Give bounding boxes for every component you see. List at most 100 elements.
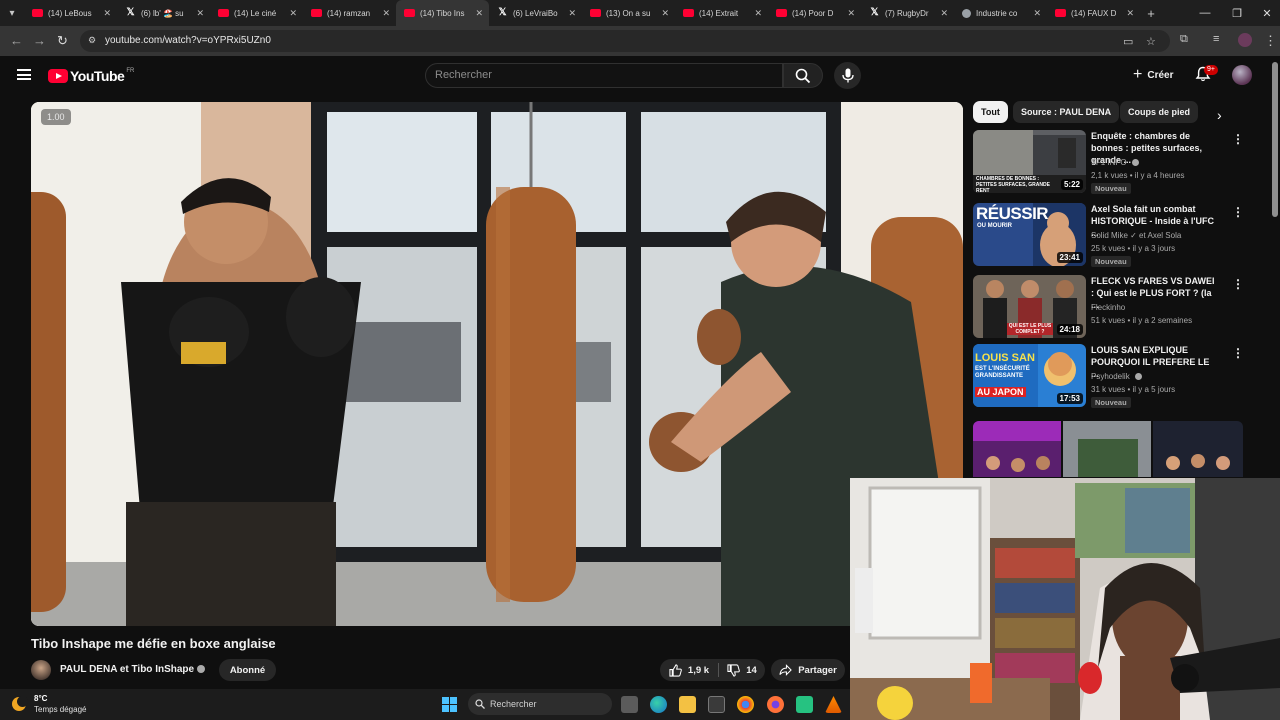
more-options-icon[interactable]: ⋮ (1232, 277, 1244, 291)
browser-tab[interactable]: (14) LeBous ✕ (24, 0, 117, 26)
minimize-icon[interactable]: — (1190, 0, 1220, 26)
chip-source-channel[interactable]: Source : PAUL DENA (1013, 101, 1120, 123)
close-window-icon[interactable]: ✕ (1252, 0, 1280, 26)
channel-avatar[interactable] (31, 660, 51, 680)
recommendation-meta: 51 k vues • il y a 2 semaines (1091, 316, 1193, 325)
video-player[interactable]: 1.00 (31, 102, 963, 626)
close-tab-icon[interactable]: ✕ (661, 8, 669, 19)
browser-tab[interactable]: (14) Extrait ✕ (675, 0, 768, 26)
browser-tab[interactable]: (13) On a su ✕ (582, 0, 675, 26)
close-tab-icon[interactable]: ✕ (568, 8, 576, 19)
close-tab-icon[interactable]: ✕ (196, 8, 204, 19)
task-view-icon[interactable] (621, 696, 638, 713)
bookmark-star-icon[interactable]: ☆ (1146, 35, 1156, 48)
edge-icon[interactable] (650, 696, 667, 713)
browser-tab[interactable]: (14) Le ciné ✕ (210, 0, 303, 26)
like-button[interactable]: 1,9 k (660, 659, 718, 681)
browser-tab[interactable]: 𝕏 (6) lb' 🏖️ su ✕ (117, 0, 210, 26)
maximize-icon[interactable]: ❐ (1222, 0, 1252, 26)
youtube-logo[interactable]: YouTube FR (48, 68, 134, 84)
more-options-icon[interactable]: ⋮ (1232, 205, 1244, 219)
video-thumbnail[interactable]: QUI EST LE PLUS COMPLET ? 24:18 (973, 275, 1086, 338)
close-tab-icon[interactable]: ✕ (103, 8, 111, 19)
close-tab-icon[interactable]: ✕ (382, 8, 390, 19)
extensions-icon[interactable]: ⧉ (1180, 33, 1188, 46)
browser-tab[interactable]: (14) FAUX D ✕ (1047, 0, 1140, 26)
browser-tab[interactable]: 𝕏 (6) LeVraiBo ✕ (489, 0, 582, 26)
search-icon (795, 68, 811, 83)
verified-icon (1131, 159, 1139, 167)
video-thumbnail[interactable]: RÉUSSIR OU MOURIR 23:41 (973, 203, 1086, 266)
like-dislike-group: 1,9 k 14 (660, 659, 765, 681)
recommendation-item[interactable]: CHAMBRES DE BONNES : PETITES SURFACES, G… (973, 130, 1248, 196)
close-tab-icon[interactable]: ✕ (1033, 8, 1041, 19)
tab-search-dropdown-icon[interactable]: ▾ (0, 0, 24, 26)
x-icon: 𝕏 (870, 7, 879, 18)
subscribed-button[interactable]: Abonné (219, 659, 276, 681)
create-button[interactable]: + Créer (1125, 64, 1181, 86)
browser-menu-icon[interactable]: ⋮ (1264, 33, 1277, 49)
moon-weather-icon[interactable] (12, 696, 28, 711)
close-tab-icon[interactable]: ✕ (289, 8, 297, 19)
reload-icon[interactable]: ↻ (57, 33, 68, 49)
youtube-icon (311, 9, 322, 17)
recommendation-item[interactable]: RÉUSSIR OU MOURIR 23:41 Axel Sola fait u… (973, 203, 1248, 269)
account-avatar[interactable] (1232, 65, 1252, 85)
channel-name[interactable]: PAUL DENA et Tibo InShape (60, 664, 206, 675)
browser-tab[interactable]: (14) Poor D ✕ (768, 0, 861, 26)
chrome-icon[interactable] (737, 696, 754, 713)
browser-tab[interactable]: Industrie co ✕ (954, 0, 1047, 26)
recommendation-item[interactable]: LOUIS SAN EST L'INSÉCURITÉ GRANDISSANTE … (973, 344, 1248, 410)
voice-search-button[interactable] (834, 62, 861, 89)
address-bar[interactable]: ⚙ youtube.com/watch?v=oYPRxi5UZn0 ▭ ☆ (80, 30, 1170, 52)
create-label: Créer (1147, 69, 1174, 81)
file-explorer-icon[interactable] (679, 696, 696, 713)
close-tab-icon[interactable]: ✕ (1126, 8, 1134, 19)
dislike-button[interactable]: 14 (719, 659, 765, 681)
windows-start-icon[interactable] (442, 697, 457, 712)
recommendation-meta: 31 k vues • il y a 5 jours (1091, 385, 1176, 394)
shorts-thumbnail-strip[interactable] (973, 421, 1243, 477)
share-button[interactable]: Partager (771, 659, 845, 681)
close-tab-icon[interactable]: ✕ (754, 8, 762, 19)
country-code: FR (126, 68, 135, 74)
thumbnail-caption: RÉUSSIR (976, 204, 1049, 223)
close-tab-icon[interactable]: ✕ (847, 8, 855, 19)
video-thumbnail[interactable]: CHAMBRES DE BONNES : PETITES SURFACES, G… (973, 130, 1086, 193)
firefox-icon[interactable] (767, 696, 784, 713)
search-input[interactable] (435, 69, 765, 81)
store-icon[interactable] (708, 696, 725, 713)
video-thumbnail[interactable]: LOUIS SAN EST L'INSÉCURITÉ GRANDISSANTE … (973, 344, 1086, 407)
more-options-icon[interactable]: ⋮ (1232, 346, 1244, 360)
spotify-like-app-icon[interactable] (796, 696, 813, 713)
browser-tab[interactable]: (14) Tibo Ins ✕ (396, 0, 489, 26)
browser-tab[interactable]: 𝕏 (7) RugbyDr ✕ (861, 0, 954, 26)
video-duration: 5:22 (1060, 179, 1083, 190)
new-badge: Nouveau (1091, 183, 1131, 194)
close-tab-icon[interactable]: ✕ (940, 8, 948, 19)
like-count: 1,9 k (687, 664, 710, 676)
more-options-icon[interactable]: ⋮ (1232, 132, 1244, 146)
vlc-icon[interactable] (825, 696, 842, 713)
chip-all[interactable]: Tout (973, 101, 1008, 123)
back-icon[interactable]: ← (10, 33, 23, 48)
tab-list: (14) LeBous ✕ 𝕏 (6) lb' 🏖️ su ✕ (14) Le ciné ✕… (24, 0, 1140, 26)
search-button[interactable] (783, 63, 823, 88)
thumbnail-caption: QUI EST LE PLUS COMPLET ? (1007, 323, 1053, 335)
site-info-icon[interactable]: ⚙ (88, 35, 99, 46)
page-scrollbar[interactable] (1272, 62, 1278, 217)
browser-tab[interactable]: (14) ramzan ✕ (303, 0, 396, 26)
new-badge: Nouveau (1091, 256, 1131, 267)
forward-icon[interactable]: → (33, 33, 46, 48)
taskbar-search[interactable]: Rechercher (468, 693, 612, 715)
recommendation-item[interactable]: QUI EST LE PLUS COMPLET ? 24:18 FLECK VS… (973, 275, 1248, 341)
chip-kicks[interactable]: Coups de pied (1120, 101, 1199, 123)
new-tab-button[interactable]: + (1140, 6, 1162, 21)
menu-icon[interactable] (17, 69, 31, 80)
chevron-right-icon[interactable]: › (1217, 107, 1222, 123)
globe-icon (962, 8, 971, 18)
profile-avatar[interactable] (1238, 33, 1252, 47)
close-tab-icon[interactable]: ✕ (475, 8, 483, 19)
install-app-icon[interactable]: ▭ (1123, 35, 1133, 48)
media-control-icon[interactable]: ≡ (1213, 33, 1219, 45)
